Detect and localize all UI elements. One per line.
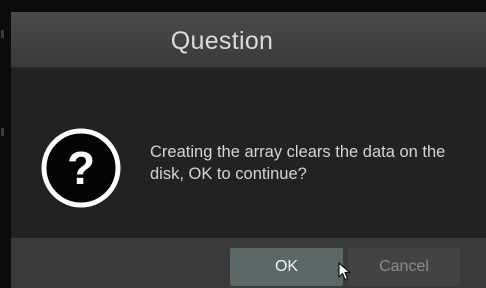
question-dialog: Question ? Creating the array clears the…: [11, 12, 486, 288]
ok-button[interactable]: OK: [230, 248, 343, 286]
mouse-pointer-icon: [338, 262, 351, 281]
dialog-message: Creating the array clears the data on th…: [150, 143, 446, 183]
dialog-title: Question: [170, 27, 274, 55]
edge-mark: [1, 30, 4, 38]
dialog-footer: OK Cancel: [11, 238, 486, 288]
question-icon: ?: [41, 128, 121, 208]
edge-mark: [1, 128, 4, 136]
cancel-button[interactable]: Cancel: [348, 248, 460, 286]
svg-text:?: ?: [67, 142, 95, 194]
dialog-title-bar: Question: [11, 12, 486, 68]
dialog-body: ? Creating the array clears the data on …: [11, 68, 486, 238]
